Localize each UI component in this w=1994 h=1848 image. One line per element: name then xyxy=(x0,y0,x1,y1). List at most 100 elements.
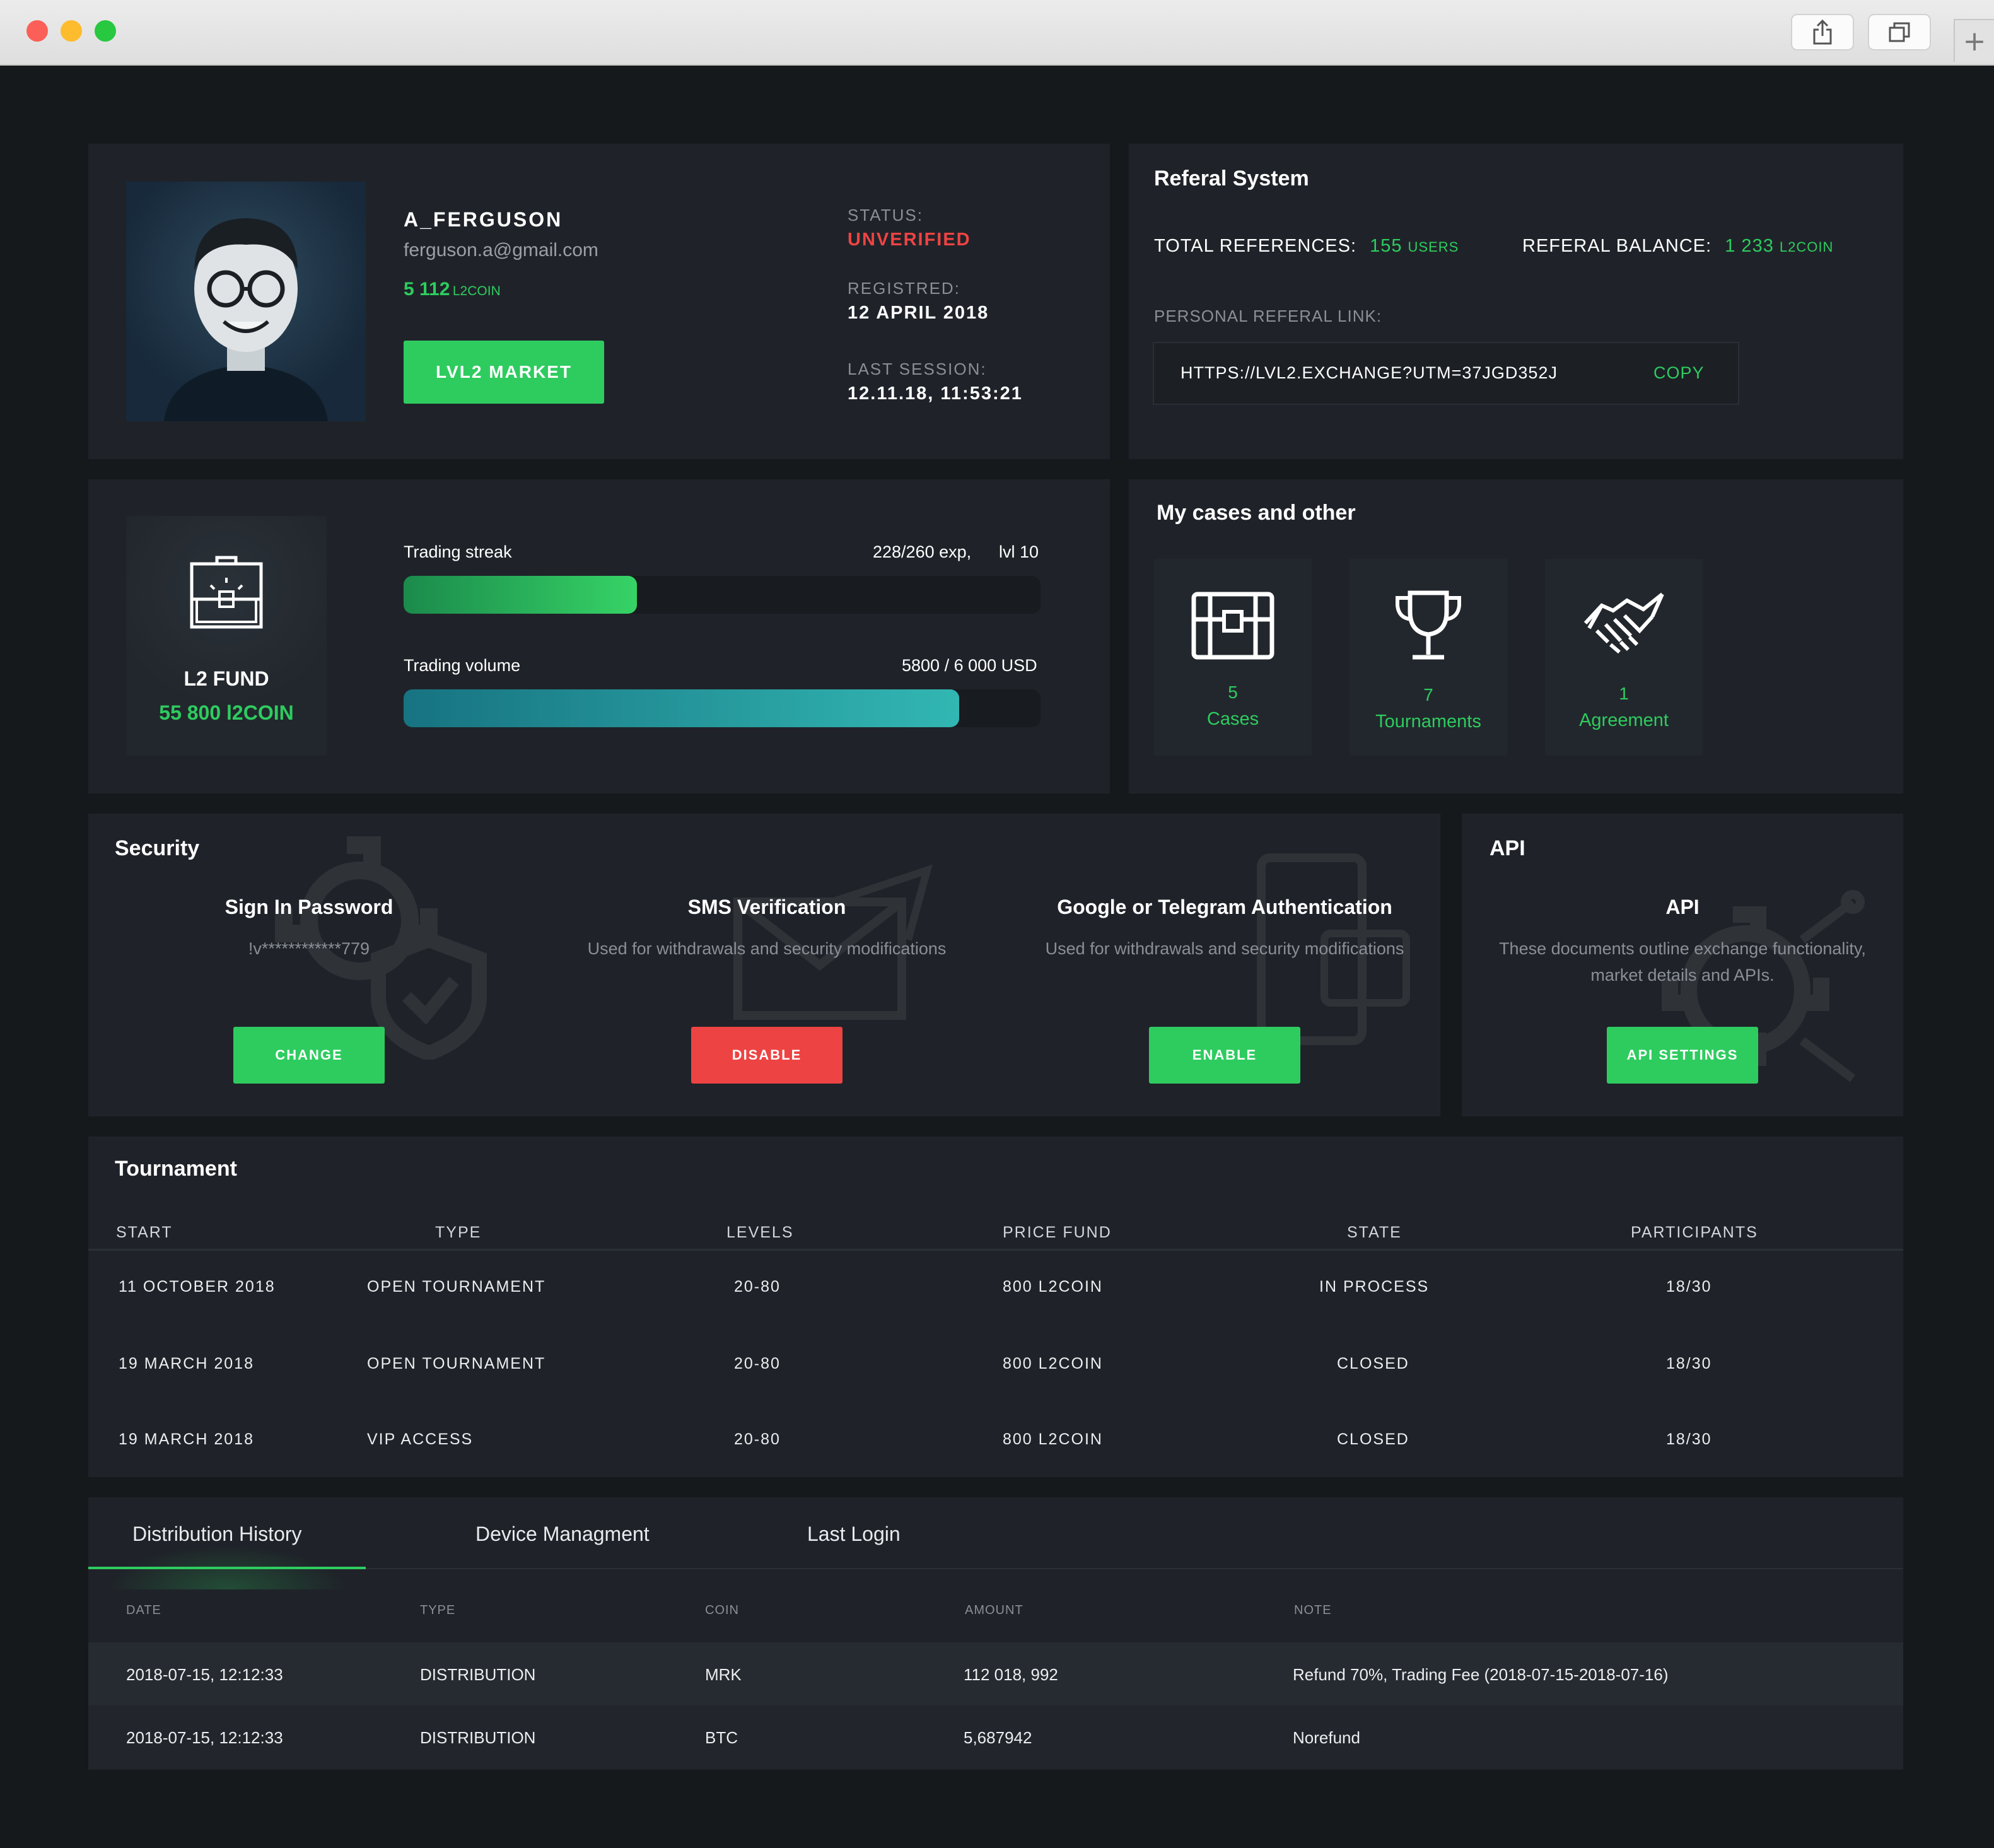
header-price-fund: PRICE FUND xyxy=(1003,1224,1112,1241)
last-session-value: 12.11.18, 11:53:21 xyxy=(848,383,1023,404)
trading-volume-bar xyxy=(404,689,1041,727)
zoom-window-button[interactable] xyxy=(95,20,116,42)
header-levels: LEVELS xyxy=(726,1224,794,1241)
history-row1-date: 2018-07-15, 12:12:33 xyxy=(126,1665,283,1684)
row2-price-fund: 800 L2COIN xyxy=(1003,1355,1103,1372)
row2-state: CLOSED xyxy=(1337,1355,1409,1372)
history-header-date: DATE xyxy=(126,1603,161,1617)
avatar xyxy=(126,182,366,421)
history-row2-coin: BTC xyxy=(705,1728,738,1747)
lvl2-market-button[interactable]: LVL2 MARKET xyxy=(404,341,604,404)
row2-participants: 18/30 xyxy=(1666,1355,1712,1372)
table-row[interactable] xyxy=(88,1255,1903,1318)
active-tab-underline xyxy=(88,1567,366,1569)
tournament-title: Tournament xyxy=(115,1157,237,1181)
row1-start: 11 OCTOBER 2018 xyxy=(119,1278,276,1295)
masked-password: !v************779 xyxy=(248,939,370,958)
history-row2-amount: 5,687942 xyxy=(964,1728,1032,1747)
last-session-label: LAST SESSION: xyxy=(848,360,987,378)
tab-device-management[interactable]: Device Managment xyxy=(475,1523,650,1546)
api-subtitle: API xyxy=(1665,896,1700,918)
browser-window: + A_FERGUSON ferguson.a@gmail.com 5 112 … xyxy=(0,0,1994,1848)
active-tab-glow xyxy=(88,1539,366,1589)
api-desc-line2: market details and APIs. xyxy=(1590,966,1775,985)
header-type: TYPE xyxy=(435,1224,482,1241)
history-row2-type: DISTRIBUTION xyxy=(420,1728,536,1747)
status-value: UNVERIFIED xyxy=(848,230,971,250)
row2-type: OPEN TOURNAMENT xyxy=(367,1355,546,1372)
total-references: TOTAL REFERENCES: 155 USERS xyxy=(1154,236,1459,257)
referral-title: Referal System xyxy=(1154,167,1309,190)
api-title: API xyxy=(1490,836,1525,860)
trading-streak-label: Trading streak xyxy=(404,542,512,561)
security-title: Security xyxy=(115,836,200,860)
share-button[interactable] xyxy=(1791,14,1854,50)
enable-2fa-label: ENABLE xyxy=(1192,1047,1257,1063)
header-participants: PARTICIPANTS xyxy=(1631,1224,1758,1241)
two-factor-auth-desc: Used for withdrawals and security modifi… xyxy=(1045,939,1404,958)
user-balance-unit: L2COIN xyxy=(452,284,501,298)
table-row[interactable] xyxy=(88,1331,1903,1394)
history-header-type: TYPE xyxy=(420,1603,456,1617)
sms-verification-section: SMS Verification Used for withdrawals an… xyxy=(546,896,988,962)
tournaments-tile[interactable]: 7 Tournaments xyxy=(1350,559,1507,756)
row3-state: CLOSED xyxy=(1337,1430,1409,1448)
history-row1-note: Refund 70%, Trading Fee (2018-07-15-2018… xyxy=(1293,1665,1669,1684)
tab-distribution-history[interactable]: Distribution History xyxy=(132,1523,302,1546)
history-row2-date: 2018-07-15, 12:12:33 xyxy=(126,1728,283,1747)
agreement-tile[interactable]: 1 Agreement xyxy=(1545,559,1703,756)
agreement-count: 1 xyxy=(1619,684,1629,703)
two-factor-auth-title: Google or Telegram Authentication xyxy=(1057,896,1392,918)
window-titlebar: + xyxy=(0,0,1994,66)
history-row1-coin: MRK xyxy=(705,1665,742,1684)
row3-start: 19 MARCH 2018 xyxy=(119,1430,254,1448)
trading-streak-fill xyxy=(404,576,637,614)
treasure-chest-icon xyxy=(1191,592,1274,660)
copy-link-button[interactable]: COPY xyxy=(1653,363,1705,383)
tournament-header-divider xyxy=(88,1249,1903,1251)
close-window-button[interactable] xyxy=(26,20,48,42)
cases-tile[interactable]: 5 Cases xyxy=(1154,559,1312,756)
tabs-overview-button[interactable] xyxy=(1868,14,1931,50)
row1-participants: 18/30 xyxy=(1666,1278,1712,1295)
user-balance: 5 112 L2COIN xyxy=(404,279,501,300)
referral-balance: REFERAL BALANCE: 1 233 L2COIN xyxy=(1522,236,1833,257)
row3-participants: 18/30 xyxy=(1666,1430,1712,1448)
cases-label: Cases xyxy=(1206,709,1259,729)
disable-sms-label: DISABLE xyxy=(732,1047,802,1063)
total-references-label: TOTAL REFERENCES: xyxy=(1154,236,1357,256)
fund-value: 55 800 l2COIN xyxy=(159,701,294,724)
api-settings-label: API SETTINGS xyxy=(1626,1047,1739,1063)
trading-streak-bar xyxy=(404,576,1041,614)
total-references-unit: USERS xyxy=(1408,239,1459,255)
sign-in-password-title: Sign In Password xyxy=(224,896,394,918)
history-row2-note: Norefund xyxy=(1293,1728,1360,1747)
trading-volume-fill xyxy=(404,689,959,727)
history-row1-amount: 112 018, 992 xyxy=(964,1665,1058,1684)
history-header-note: NOTE xyxy=(1294,1603,1332,1617)
row3-type: VIP ACCESS xyxy=(367,1430,474,1448)
registered-value: 12 APRIL 2018 xyxy=(848,303,989,323)
username: A_FERGUSON xyxy=(404,208,563,231)
tournaments-count: 7 xyxy=(1423,685,1433,705)
registered-label: REGISTRED: xyxy=(848,279,960,298)
referral-link-label: PERSONAL REFERAL LINK: xyxy=(1154,307,1382,325)
tab-last-login[interactable]: Last Login xyxy=(807,1523,901,1546)
table-row[interactable] xyxy=(88,1406,1903,1470)
user-balance-value: 5 112 xyxy=(404,279,450,300)
disable-sms-button[interactable]: DISABLE xyxy=(691,1027,842,1084)
enable-2fa-button[interactable]: ENABLE xyxy=(1149,1027,1300,1084)
agreement-label: Agreement xyxy=(1579,710,1669,730)
handshake-icon xyxy=(1583,592,1664,654)
trading-volume-value: 5800 / 6 000 USD xyxy=(902,656,1037,675)
minimize-window-button[interactable] xyxy=(61,20,82,42)
row2-levels: 20-80 xyxy=(734,1355,781,1372)
api-desc-line1: These documents outline exchange functio… xyxy=(1499,939,1866,958)
new-tab-button[interactable]: + xyxy=(1954,19,1994,62)
api-settings-button[interactable]: API SETTINGS xyxy=(1607,1027,1758,1084)
lvl2-market-label: LVL2 MARKET xyxy=(436,362,572,382)
share-icon xyxy=(1813,20,1832,45)
change-password-button[interactable]: CHANGE xyxy=(233,1027,385,1084)
plus-icon: + xyxy=(1962,25,1986,57)
trading-streak-exp: 228/260 exp, xyxy=(873,542,972,561)
